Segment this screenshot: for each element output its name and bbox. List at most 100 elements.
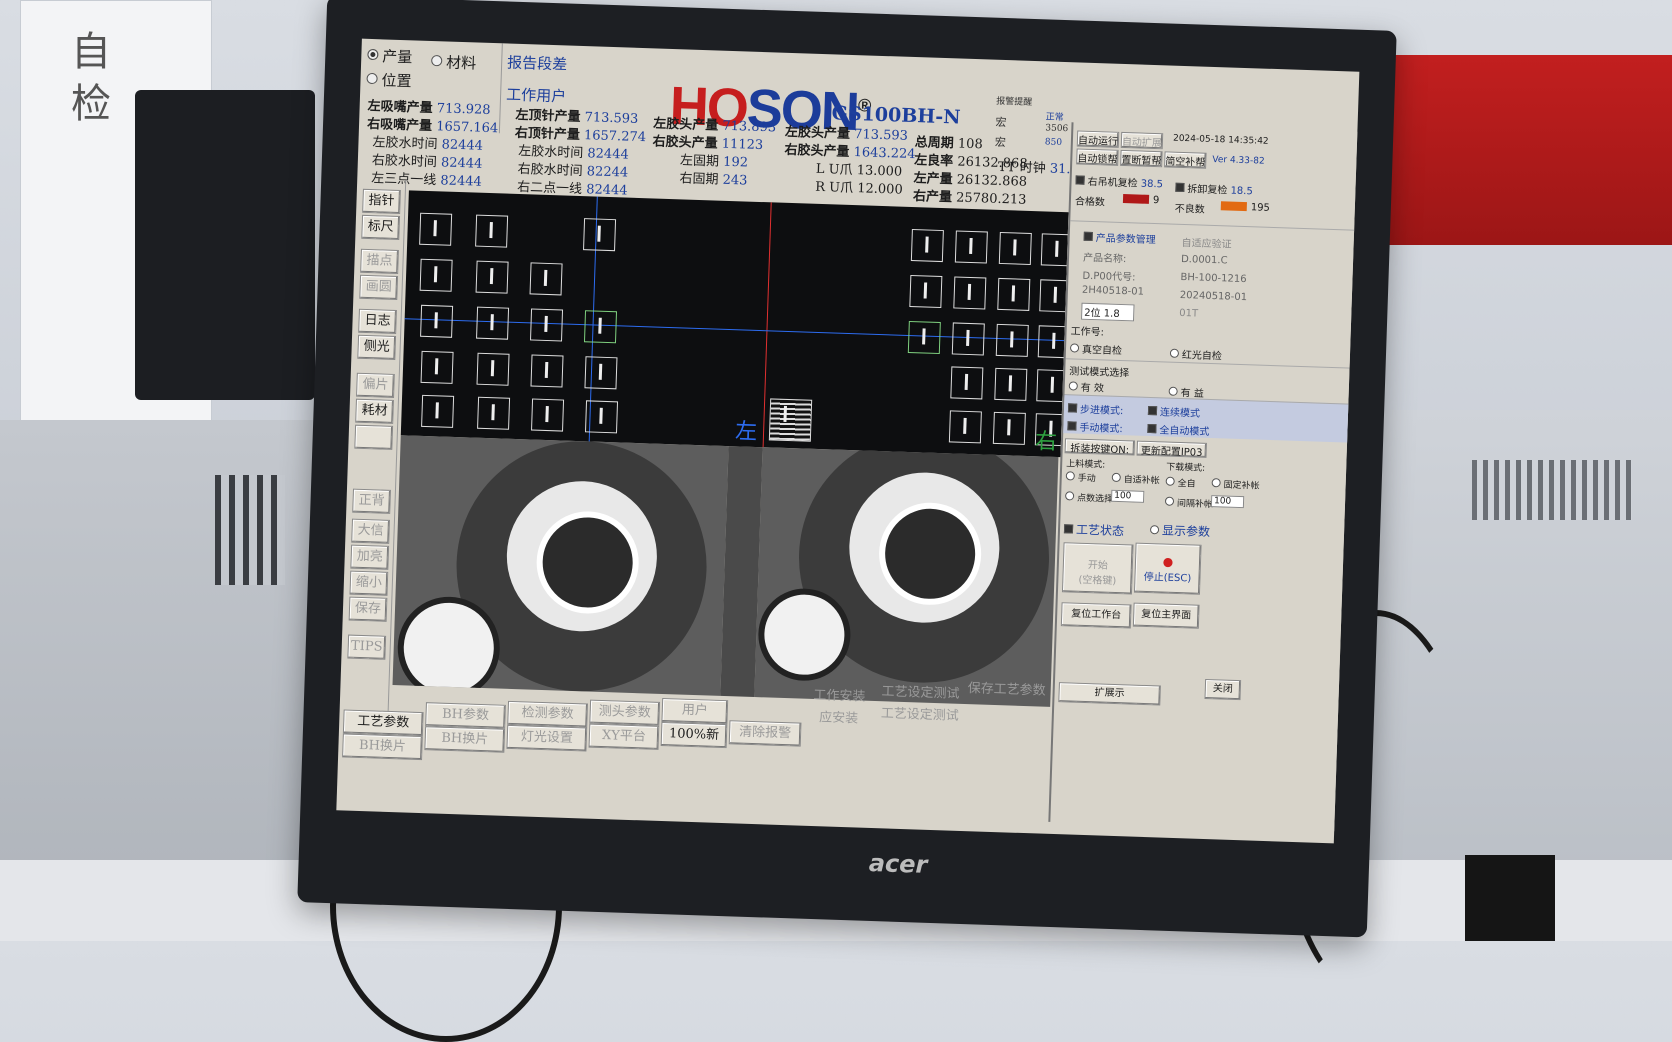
tab-light-settings[interactable]: 灯光设置	[506, 724, 588, 752]
empty-run-button[interactable]: 简空补帮	[1164, 151, 1207, 169]
full-radio[interactable]: 全自	[1165, 476, 1196, 490]
tab-xy-platform[interactable]: XY平台	[588, 723, 660, 750]
tool-ruler[interactable]: 标尺	[361, 214, 401, 241]
tool-big[interactable]: 大信	[351, 518, 390, 544]
stat-right-output: 右产量 25780.213	[913, 185, 1027, 208]
radio-dot	[1111, 472, 1121, 483]
good-count-bar	[1122, 194, 1150, 204]
alarm-a: 宏	[995, 115, 1007, 130]
single-step-toggle[interactable]: 步进模式:	[1067, 400, 1124, 418]
tool-consumables[interactable]: 耗材	[355, 398, 394, 424]
checkbox	[1067, 403, 1078, 413]
tool-shrink[interactable]: 缩小	[349, 570, 389, 596]
die-chip	[948, 410, 982, 444]
mode-select[interactable]: 2位 1.8	[1080, 302, 1135, 322]
process-cal-button-2[interactable]: 工艺设定测试	[879, 703, 960, 728]
vacuum-check-radio[interactable]: 真空自检	[1069, 340, 1122, 357]
update-config-button[interactable]: 更新配置IP03	[1136, 440, 1207, 459]
radio-material[interactable]: 材料	[431, 51, 477, 73]
start-button[interactable]: 开始 (空格键)	[1061, 542, 1134, 595]
tab-refresh[interactable]: 100%新	[660, 721, 728, 749]
interval-radio[interactable]: 间隔补帐	[1164, 496, 1213, 510]
tool-tips[interactable]: TIPS	[347, 634, 387, 660]
reset-workbench-button[interactable]: 复位工作台	[1060, 602, 1132, 629]
radio-dot	[1165, 476, 1175, 486]
stop-button[interactable]: ● 停止(ESC)	[1133, 542, 1202, 595]
interval-input[interactable]: 100	[1210, 495, 1245, 509]
bond-camera-right[interactable]	[754, 447, 1059, 707]
radio-position[interactable]: 位置	[366, 69, 412, 91]
tab-bh-swap[interactable]: BH换片	[342, 733, 423, 761]
single-step-label: 步进模式:	[1079, 404, 1124, 418]
drop-recheck-toggle[interactable]: 拆卸复检 18.5	[1175, 180, 1253, 197]
show-params-toggle[interactable]: 显示参数	[1149, 521, 1211, 540]
stat-value: 12.000	[856, 181, 903, 198]
product-mgmt-label: 产品参数管理	[1095, 233, 1156, 247]
die-chip	[420, 350, 454, 384]
die-chip	[998, 231, 1032, 265]
die-chip	[476, 352, 510, 386]
tool-side-light[interactable]: 侧光	[357, 334, 397, 360]
wafer-camera-view[interactable]: 左 右	[400, 190, 1074, 458]
continuous-toggle[interactable]: 连续模式	[1147, 403, 1200, 420]
radio-output[interactable]: 产量	[367, 45, 413, 67]
product-name-label: 产品名称:	[1082, 252, 1127, 266]
tool-point[interactable]: 描点	[360, 248, 399, 275]
die-chip	[420, 304, 454, 338]
reset-main-button[interactable]: 复位主界面	[1132, 602, 1200, 629]
fixed-radio[interactable]: 固定补帐	[1211, 477, 1260, 492]
process-state-toggle[interactable]: 工艺状态	[1063, 520, 1125, 539]
auto-extra-button[interactable]: 自动扩展	[1120, 131, 1164, 150]
process-save-button[interactable]: 保存工艺参数	[966, 678, 1047, 703]
stat-label: 右固期	[679, 171, 719, 188]
bad-count-value: 195	[1250, 202, 1271, 214]
test-a-radio[interactable]: 有 效	[1068, 378, 1105, 394]
auto-lock-button[interactable]: 自动锁帮	[1076, 148, 1119, 166]
process-cal-button[interactable]: 工艺设定测试	[880, 681, 961, 706]
batch-value: 20240518-01	[1179, 289, 1248, 304]
full-auto-toggle[interactable]: 全自动模式	[1147, 421, 1210, 438]
process-install-button[interactable]: 工作安装	[810, 685, 869, 709]
tab-inspect-params[interactable]: 检测参数	[507, 700, 588, 728]
process-install-button-2[interactable]: 应安装	[809, 707, 868, 731]
red-check-radio[interactable]: 红光自检	[1169, 346, 1222, 362]
load-mode-label: 上料模式:	[1066, 459, 1106, 471]
die-chip	[997, 277, 1031, 311]
tool-pointer[interactable]: 指针	[362, 188, 401, 215]
radio-dot	[366, 72, 378, 85]
die-chip	[477, 396, 511, 430]
tab-measure-params[interactable]: 测头参数	[589, 699, 661, 726]
tool-log[interactable]: 日志	[358, 308, 397, 334]
tool-blank[interactable]	[354, 424, 394, 450]
manual-mode-toggle[interactable]: 手动模式:	[1067, 418, 1123, 435]
tool-save[interactable]: 保存	[348, 596, 388, 622]
point-count-radio[interactable]: 点数选择	[1065, 490, 1113, 505]
tab-bh-params[interactable]: BH参数	[425, 702, 506, 729]
stat-label: TT 时钟	[997, 159, 1046, 177]
tab-user[interactable]: 用户	[661, 698, 729, 725]
monitor: acer 产量 材料 位置 报告段差 工作用户 HOSON® GS100BH-N…	[297, 0, 1397, 938]
tool-front-back[interactable]: 正背	[352, 488, 391, 514]
clear-alarm-button[interactable]: 清除报警	[728, 720, 802, 747]
left-recheck-toggle[interactable]: 右吊机复检 38.5	[1075, 172, 1163, 190]
tool-circle[interactable]: 画圆	[359, 274, 399, 300]
tab-process-params[interactable]: 工艺参数	[342, 709, 424, 737]
full-auto-label: 全自动模式	[1159, 425, 1210, 438]
close-button[interactable]: 关闭	[1204, 678, 1242, 701]
die-chip	[476, 306, 510, 340]
point-count-input[interactable]: 100	[1110, 489, 1145, 503]
adaptive-radio[interactable]: 自适补帐	[1111, 472, 1160, 486]
tool-brighten[interactable]: 加亮	[350, 544, 390, 570]
tool-offset[interactable]: 偏片	[356, 372, 395, 398]
point-count-label: 点数选择	[1076, 493, 1114, 505]
trigger-button[interactable]: 拆装按键ON:	[1064, 438, 1136, 456]
bond-camera-left[interactable]	[392, 435, 729, 696]
manual-radio[interactable]: 手动	[1065, 470, 1096, 484]
auto-run-button[interactable]: 自动运行	[1076, 130, 1120, 148]
full-radio-label: 全自	[1177, 478, 1196, 490]
tab-bh-swap-2[interactable]: BH换片	[424, 726, 506, 753]
report-offset-link[interactable]: 报告段差	[507, 52, 568, 75]
product-mgmt-toggle[interactable]: 产品参数管理	[1083, 229, 1156, 247]
cancel-lock-button[interactable]: 置断暂帮	[1120, 149, 1163, 168]
expand-button[interactable]: 扩展示	[1058, 682, 1161, 706]
